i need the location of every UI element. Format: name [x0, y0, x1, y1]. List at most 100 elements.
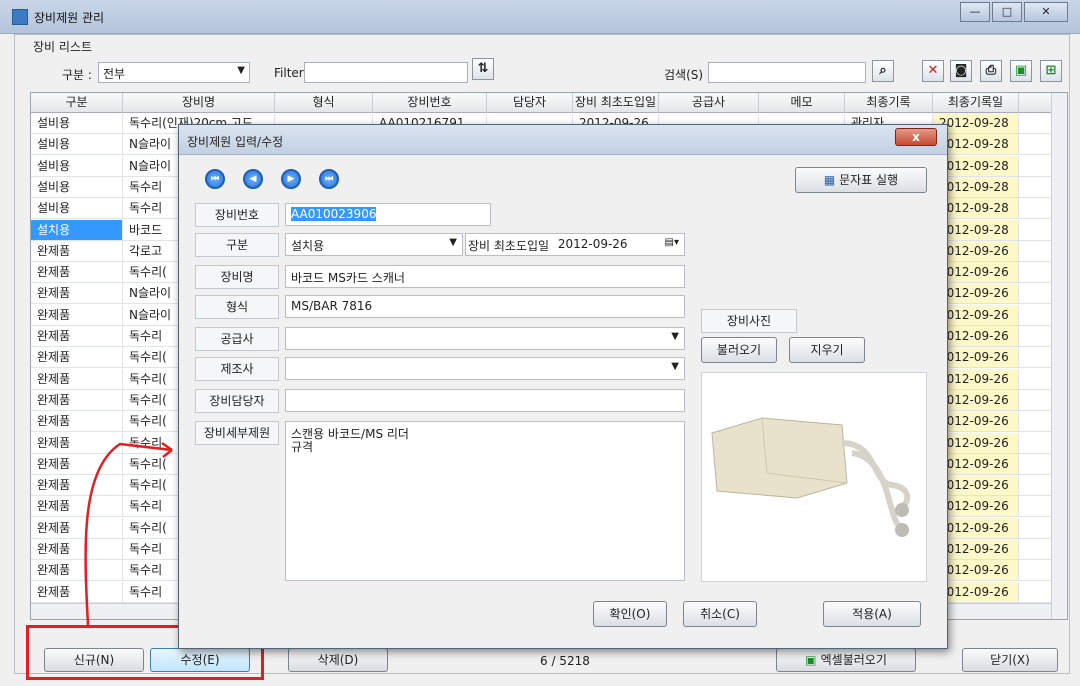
intro-date-value: 2012-09-26: [557, 237, 628, 251]
run-charmap-button[interactable]: ▦ 문자표 실행: [795, 167, 927, 193]
column-header[interactable]: 장비번호: [373, 93, 487, 113]
dialog-close-button[interactable]: x: [895, 128, 937, 146]
table-cell: 완제품: [31, 304, 123, 325]
supplier-field[interactable]: ▼: [285, 327, 685, 350]
column-header[interactable]: 메모: [759, 93, 845, 113]
load-photo-button[interactable]: 불러오기: [701, 337, 777, 363]
calendar-icon[interactable]: ▤▾: [665, 237, 679, 248]
dialog-title: 장비제원 입력/수정: [187, 135, 284, 149]
column-header[interactable]: 최종기록: [845, 93, 933, 113]
photo-label: 장비사진: [701, 309, 797, 333]
category-select[interactable]: 전부 ▼: [98, 62, 250, 83]
maker-field[interactable]: ▼: [285, 357, 685, 380]
main-window: 장비제원 관리 — □ ✕ 장비 리스트 구분 : 전부 ▼ Filter ⇅ 검…: [0, 0, 1080, 686]
app-icon: [12, 9, 28, 25]
chevron-down-icon: ▼: [671, 361, 679, 372]
column-header[interactable]: 구분: [31, 93, 123, 113]
equipment-photo: [701, 372, 927, 582]
equip-no-value: AA010023906: [291, 207, 377, 221]
export-icon[interactable]: ⊞: [1040, 60, 1062, 82]
table-cell: 완제품: [31, 411, 123, 432]
intro-date-field[interactable]: 장비 최초도입일 2012-09-26 ▤▾: [465, 233, 685, 256]
camera-icon[interactable]: ◙: [950, 60, 972, 82]
window-title: 장비제원 관리: [34, 11, 105, 25]
ok-button[interactable]: 확인(O): [593, 601, 667, 627]
equip-no-field[interactable]: AA010023906: [285, 203, 491, 226]
prev-record-icon[interactable]: ◀: [243, 169, 263, 189]
search-input[interactable]: [708, 62, 866, 83]
manager-field[interactable]: [285, 389, 685, 412]
apply-button[interactable]: 적용(A): [823, 601, 921, 627]
maximize-button[interactable]: □: [992, 2, 1022, 22]
vertical-scrollbar[interactable]: [1051, 93, 1067, 619]
dialog-title-bar: 장비제원 입력/수정 x: [179, 125, 947, 155]
model-label: 형식: [195, 295, 279, 319]
table-cell: 설비용: [31, 134, 123, 155]
column-header[interactable]: 장비명: [123, 93, 275, 113]
maker-label: 제조사: [195, 357, 279, 381]
filter-input[interactable]: [304, 62, 468, 83]
table-cell: 설치용: [31, 219, 123, 240]
category-field[interactable]: 설치용 ▼: [285, 233, 463, 256]
detail-line: 규격: [291, 440, 314, 454]
chevron-down-icon: ▼: [237, 65, 245, 76]
excel-icon: ▣: [805, 653, 821, 667]
column-header[interactable]: 최종기록일: [933, 93, 1019, 113]
delete-icon[interactable]: ✕: [922, 60, 944, 82]
first-record-icon[interactable]: ⏮: [205, 169, 225, 189]
cancel-button[interactable]: 취소(C): [683, 601, 757, 627]
category-value: 설치용: [291, 239, 325, 253]
group-label: 장비 리스트: [30, 38, 96, 55]
filter-sort-icon[interactable]: ⇅: [472, 58, 494, 80]
run-charmap-label: 문자표 실행: [839, 173, 899, 187]
detail-textarea[interactable]: 스캔용 바코드/MS 리더 규격: [285, 421, 685, 581]
close-window-button[interactable]: ✕: [1024, 2, 1068, 22]
category-label: 구분 :: [62, 68, 92, 82]
detail-line: 스캔용 바코드/MS 리더: [291, 427, 409, 441]
title-bar: 장비제원 관리 — □ ✕: [0, 0, 1080, 34]
table-cell: 완제품: [31, 326, 123, 346]
grid-header: 구분 장비명 형식 장비번호 담당자 장비 최초도입일 공급사 메모 최종기록 최종기록일: [31, 93, 1067, 113]
excel-icon[interactable]: ▣: [1010, 60, 1032, 82]
table-cell: 완제품: [31, 347, 123, 368]
filter-label: Filter: [274, 66, 304, 80]
erase-photo-button[interactable]: 지우기: [789, 337, 865, 363]
delete-button[interactable]: 삭제(D): [288, 648, 388, 672]
column-header[interactable]: 장비 최초도입일: [573, 93, 659, 113]
chevron-down-icon: ▼: [671, 331, 679, 342]
manager-label: 장비담당자: [195, 389, 279, 413]
excel-import-label: 엑셀불러오기: [820, 653, 887, 667]
equipment-edit-dialog: 장비제원 입력/수정 x ⏮ ◀ ▶ ⏭ ▦ 문자표 실행 장비번호 AA010…: [178, 124, 948, 649]
next-record-icon[interactable]: ▶: [281, 169, 301, 189]
table-cell: 설비용: [31, 113, 123, 133]
intro-date-label: 장비 최초도입일: [468, 239, 550, 253]
search-icon[interactable]: ⌕: [872, 60, 894, 82]
minimize-button[interactable]: —: [960, 2, 990, 22]
supplier-label: 공급사: [195, 327, 279, 351]
table-cell: 완제품: [31, 389, 123, 410]
excel-import-button[interactable]: ▣ 엑셀불러오기: [776, 648, 916, 672]
barcode-scanner-image: [711, 417, 911, 537]
equip-name-label: 장비명: [195, 265, 279, 289]
detail-label: 장비세부제원: [195, 421, 279, 445]
chevron-down-icon: ▼: [449, 237, 457, 248]
print-icon[interactable]: ⎙: [980, 60, 1002, 82]
category-label: 구분: [195, 233, 279, 257]
table-cell: 설비용: [31, 155, 123, 176]
model-field[interactable]: MS/BAR 7816: [285, 295, 685, 318]
page-indicator: 6 / 5218: [540, 654, 590, 668]
column-header[interactable]: 공급사: [659, 93, 759, 113]
table-cell: 완제품: [31, 368, 123, 389]
equip-no-label: 장비번호: [195, 203, 279, 227]
table-cell: 완제품: [31, 283, 123, 304]
table-cell: 완제품: [31, 240, 123, 261]
column-header[interactable]: 형식: [275, 93, 373, 113]
table-cell: 설비용: [31, 198, 123, 219]
grid-icon: ▦: [823, 173, 840, 187]
last-record-icon[interactable]: ⏭: [319, 169, 339, 189]
column-header[interactable]: 담당자: [487, 93, 573, 113]
equip-name-field[interactable]: 바코드 MS카드 스캐너: [285, 265, 685, 288]
table-cell: 설비용: [31, 176, 123, 197]
close-button[interactable]: 닫기(X): [962, 648, 1058, 672]
search-label: 검색(S): [664, 68, 704, 82]
